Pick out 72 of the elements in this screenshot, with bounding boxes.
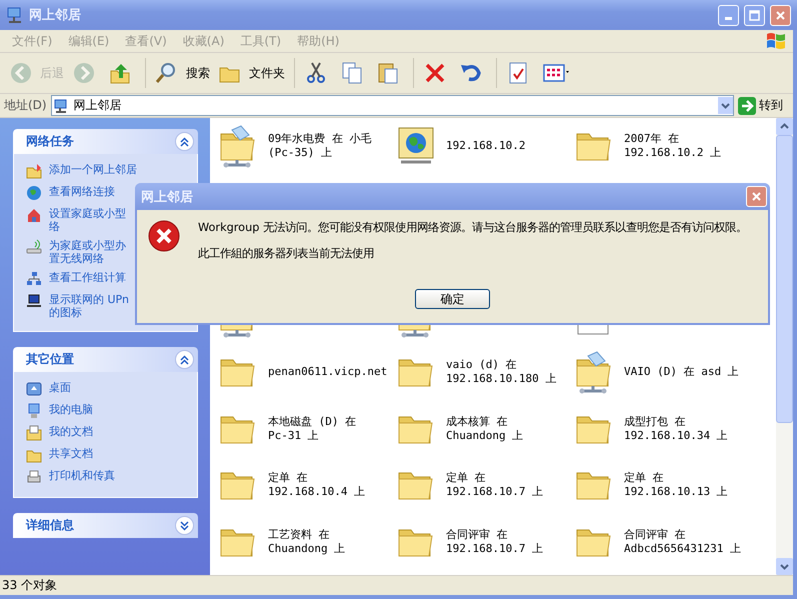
address-label: 地址(D) — [4, 97, 47, 114]
task-link[interactable]: 打印机和传真 — [49, 469, 115, 482]
network-icon — [6, 6, 24, 24]
task-link[interactable]: 查看工作组计算 — [49, 271, 126, 284]
chevron-icon — [180, 354, 189, 364]
file-item-label[interactable]: 09年水电费 在 小毛 (Pc-35) 上 — [268, 132, 372, 160]
task-link[interactable]: 为家庭或小型办 置无线网络 — [49, 239, 126, 265]
expand-button[interactable] — [175, 516, 194, 535]
ok-button[interactable]: 确定 — [415, 289, 490, 309]
scroll-thumb[interactable] — [776, 135, 793, 423]
address-field[interactable]: 网上邻居 — [50, 95, 734, 116]
file-item-label[interactable]: 合同评审 在 192.168.10.7 上 — [446, 528, 544, 556]
folder-button[interactable]: 文件夹 — [215, 59, 288, 87]
task-link[interactable]: 我的文档 — [49, 425, 93, 438]
close-icon — [775, 10, 786, 20]
panel-title: 网络任务 — [26, 133, 74, 150]
house-icon — [26, 207, 42, 223]
folder-icon — [26, 163, 42, 179]
file-item-label[interactable]: 定单 在 192.168.10.4 上 — [268, 471, 366, 500]
chevron-icon — [180, 136, 189, 146]
close-button[interactable] — [746, 186, 767, 207]
panel-title: 其它位置 — [26, 351, 74, 368]
collapse-button[interactable] — [175, 132, 194, 151]
collapse-button[interactable] — [175, 350, 194, 369]
file-item-label[interactable]: VAIO (D) 在 asd 上 — [624, 358, 739, 386]
file-item-label[interactable]: 2007年 在 192.168.10.2 上 — [624, 132, 722, 160]
arrow-icon — [738, 96, 756, 114]
file-item-label[interactable]: 合同评审 在 Adbcd5656431231 上 — [624, 528, 741, 556]
file-item-label[interactable]: 定单 在 192.168.10.7 上 — [446, 471, 544, 500]
file-item-label[interactable]: 成本核算 在 Chuandong 上 — [446, 414, 524, 443]
task-link[interactable]: 我的电脑 — [49, 403, 93, 416]
file-item-label[interactable]: vaio (d) 在 192.168.10.180 上 — [446, 358, 556, 386]
network-icon — [26, 271, 42, 287]
task-link[interactable]: 设置家庭或小型 络 — [49, 207, 126, 233]
documents-icon — [26, 425, 42, 441]
dialog-title: 网上邻居 — [141, 188, 193, 206]
status-text: 33 个对象 — [2, 577, 58, 594]
window-title: 网上邻居 — [29, 7, 82, 24]
minimize-button[interactable] — [718, 4, 739, 26]
globe-icon — [26, 185, 42, 201]
file-item-label[interactable]: 定单 在 192.168.10.13 上 — [624, 471, 728, 500]
error-message: Workgroup 无法访问。您可能没有权限使用网络资源。请与这台服务器的管理员联系以查明您是否有访问权限。 — [198, 221, 748, 234]
search-button[interactable]: 搜索 — [152, 59, 213, 87]
file-item-label[interactable]: penan0611.vicp.net — [268, 358, 388, 386]
error-icon — [148, 220, 180, 252]
task-link[interactable]: 查看网络连接 — [49, 185, 115, 198]
desktop-icon — [26, 381, 42, 397]
computer-icon — [26, 403, 42, 419]
maximize-icon — [749, 10, 760, 20]
task-link[interactable]: 共享文档 — [49, 447, 93, 460]
scrollbar[interactable] — [776, 118, 793, 575]
maximize-button[interactable] — [744, 4, 765, 26]
flag-icon — [765, 32, 787, 50]
file-item-label[interactable]: 成型打包 在 192.168.10.34 上 — [624, 414, 728, 443]
error-detail: 此工作組的服务器列表当前无法使用 — [198, 247, 375, 260]
task-link[interactable]: 桌面 — [49, 381, 71, 394]
close-button[interactable] — [770, 4, 791, 26]
router-icon — [26, 239, 42, 255]
monitor-icon — [26, 293, 42, 309]
scroll-down-icon[interactable] — [776, 558, 793, 575]
chevron-icon — [180, 520, 189, 530]
file-item-label[interactable]: 本地磁盘 (D) 在 Pc-31 上 — [268, 414, 356, 443]
file-item-label[interactable]: 工艺资料 在 Chuandong 上 — [268, 528, 346, 556]
panel-title: 详细信息 — [26, 517, 74, 534]
task-link[interactable]: 显示联网的 UPn 的图标 — [49, 293, 129, 319]
scroll-up-icon[interactable] — [776, 118, 793, 135]
minimize-icon — [725, 16, 732, 20]
printer-icon — [26, 469, 42, 485]
go-button[interactable]: 转到 — [738, 96, 789, 114]
file-item-label[interactable]: 192.168.10.2 — [446, 132, 526, 160]
close-icon — [751, 191, 762, 202]
task-link[interactable]: 添加一个网上邻居 — [49, 163, 137, 176]
